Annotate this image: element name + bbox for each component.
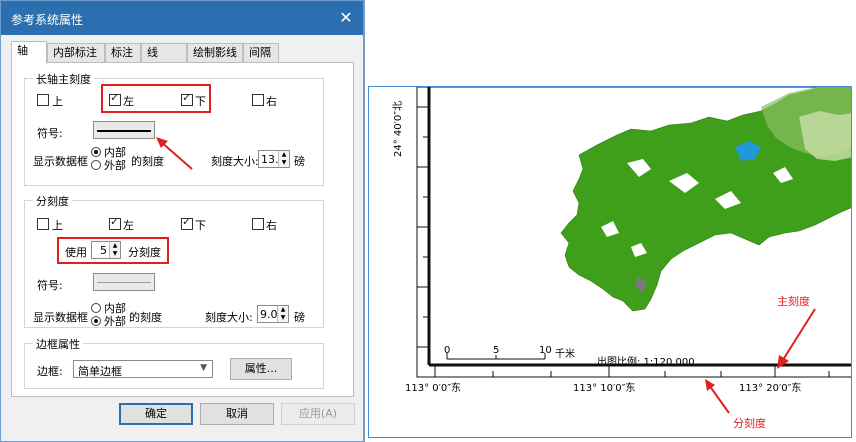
tab-axis[interactable]: 轴 bbox=[11, 41, 47, 64]
longitude-label-1: 113° 10′0″东 bbox=[573, 383, 636, 394]
major-highlight-box bbox=[101, 84, 211, 113]
major-size-value: 13. bbox=[261, 153, 279, 166]
close-icon[interactable]: ✕ bbox=[335, 7, 357, 29]
minor-count-value: 5 bbox=[100, 244, 107, 257]
chevron-down-icon: ▼ bbox=[200, 363, 207, 373]
minor-tick-pointer-icon bbox=[705, 379, 730, 414]
minor-symbol-swatch[interactable] bbox=[93, 273, 155, 291]
scale-number-10: 10 bbox=[539, 345, 552, 356]
minor-outer-radio[interactable] bbox=[91, 316, 101, 326]
tab-hatching[interactable]: 绘制影线 bbox=[187, 43, 243, 63]
ok-button[interactable]: 确定 bbox=[119, 403, 193, 425]
border-style-value: 简单边框 bbox=[78, 365, 122, 378]
minor-display-label: 显示数据框 bbox=[33, 311, 88, 324]
minor-right-label: 右 bbox=[266, 219, 277, 232]
border-properties-button[interactable]: 属性... bbox=[230, 358, 292, 380]
major-symbol-swatch[interactable] bbox=[93, 121, 155, 139]
minor-symbol-label: 符号: bbox=[37, 279, 63, 292]
scale-number-5: 5 bbox=[493, 345, 500, 356]
spin-down-icon[interactable]: ▼ bbox=[110, 250, 120, 258]
minor-count-spinner[interactable]: 5 ▲ ▼ bbox=[91, 241, 121, 259]
border-properties-title: 边框属性 bbox=[33, 336, 83, 352]
minor-outer-label: 外部 bbox=[104, 315, 126, 328]
longitude-label-2: 113° 20′0″东 bbox=[739, 383, 802, 394]
major-outer-label: 外部 bbox=[104, 159, 126, 172]
minor-size-value: 9.0 bbox=[260, 308, 278, 321]
minor-use-label: 使用 bbox=[65, 246, 87, 259]
longitude-label-0: 113° 0′0″东 bbox=[405, 383, 461, 394]
latitude-label: 24° 40′0″北 bbox=[393, 101, 404, 157]
minor-bottom-label: 下 bbox=[195, 219, 206, 232]
scale-number-0: 0 bbox=[444, 345, 451, 356]
spin-down-icon[interactable]: ▼ bbox=[278, 314, 288, 322]
minor-unit-label: 磅 bbox=[294, 311, 305, 324]
minor-top-label: 上 bbox=[52, 219, 63, 232]
minor-size-label: 刻度大小: bbox=[205, 311, 253, 324]
spin-down-icon[interactable]: ▼ bbox=[279, 159, 289, 167]
major-display-label: 显示数据框 bbox=[33, 155, 88, 168]
minor-bottom-checkbox[interactable] bbox=[181, 215, 193, 230]
major-right-checkbox[interactable] bbox=[252, 94, 264, 106]
major-unit-label: 磅 bbox=[294, 155, 305, 168]
map-layout-view: 24° 40′0″北 113° 0′0″东 113° 10′0″东 113° 2… bbox=[368, 86, 852, 438]
pointer-arrow-icon bbox=[156, 137, 193, 170]
spin-up-icon[interactable]: ▲ bbox=[110, 242, 120, 250]
cancel-button[interactable]: 取消 bbox=[200, 403, 274, 425]
border-properties-group: 边框属性 边框: 简单边框 ▼ 属性... bbox=[24, 336, 324, 389]
tab-labels[interactable]: 标注 bbox=[105, 43, 141, 63]
reference-system-properties-dialog: 参考系统属性 ✕ 轴 内部标注 标注 线 绘制影线 间隔 长轴主刻度 上 左 下… bbox=[0, 0, 364, 442]
apply-button[interactable]: 应用(A) bbox=[281, 403, 355, 425]
minor-ticks-suffix: 的刻度 bbox=[129, 311, 162, 324]
spin-up-icon[interactable]: ▲ bbox=[278, 306, 288, 314]
spin-up-icon[interactable]: ▲ bbox=[279, 151, 289, 159]
minor-size-spinner[interactable]: 9.0 ▲ ▼ bbox=[257, 305, 289, 323]
major-tick-annotation: 主刻度 bbox=[777, 295, 810, 308]
major-right-label: 右 bbox=[266, 95, 277, 108]
tab-lines[interactable]: 线 bbox=[141, 43, 187, 63]
tab-internal-labels[interactable]: 内部标注 bbox=[47, 43, 105, 63]
major-ticks-title: 长轴主刻度 bbox=[33, 71, 94, 87]
major-size-label: 刻度大小: bbox=[211, 155, 259, 168]
border-label: 边框: bbox=[37, 365, 63, 378]
dialog-title: 参考系统属性 bbox=[11, 13, 84, 27]
axis-tab-panel: 长轴主刻度 上 左 下 右 符号: 显示数据框 内部 外部 的刻度 刻度大小: … bbox=[11, 62, 354, 397]
minor-ticks-group: 分刻度 上 左 下 右 使用 5 ▲▼ 分刻度 符号: 显示数据框 内部 外部 … bbox=[24, 193, 324, 328]
scale-unit: 千米 bbox=[555, 349, 575, 360]
major-symbol-label: 符号: bbox=[37, 127, 63, 140]
major-inner-radio[interactable] bbox=[91, 147, 101, 157]
minor-count-suffix: 分刻度 bbox=[128, 246, 161, 259]
minor-inner-radio[interactable] bbox=[91, 303, 101, 313]
map-scale-text: 出图比例: 1:120,000 bbox=[597, 357, 695, 368]
major-top-label: 上 bbox=[52, 95, 63, 108]
minor-right-checkbox[interactable] bbox=[252, 218, 264, 230]
minor-tick-annotation: 分刻度 bbox=[733, 417, 766, 430]
minor-ticks-title: 分刻度 bbox=[33, 193, 72, 209]
minor-left-checkbox[interactable] bbox=[109, 215, 121, 230]
tab-interval[interactable]: 间隔 bbox=[243, 43, 279, 63]
major-outer-radio[interactable] bbox=[91, 160, 101, 170]
major-top-checkbox[interactable] bbox=[37, 94, 49, 106]
title-bar: 参考系统属性 ✕ bbox=[1, 1, 363, 35]
minor-left-label: 左 bbox=[123, 219, 134, 232]
major-size-spinner[interactable]: 13. ▲ ▼ bbox=[258, 150, 290, 168]
border-style-select[interactable]: 简单边框 ▼ bbox=[73, 360, 213, 378]
pane-divider bbox=[364, 0, 365, 442]
minor-top-checkbox[interactable] bbox=[37, 218, 49, 230]
